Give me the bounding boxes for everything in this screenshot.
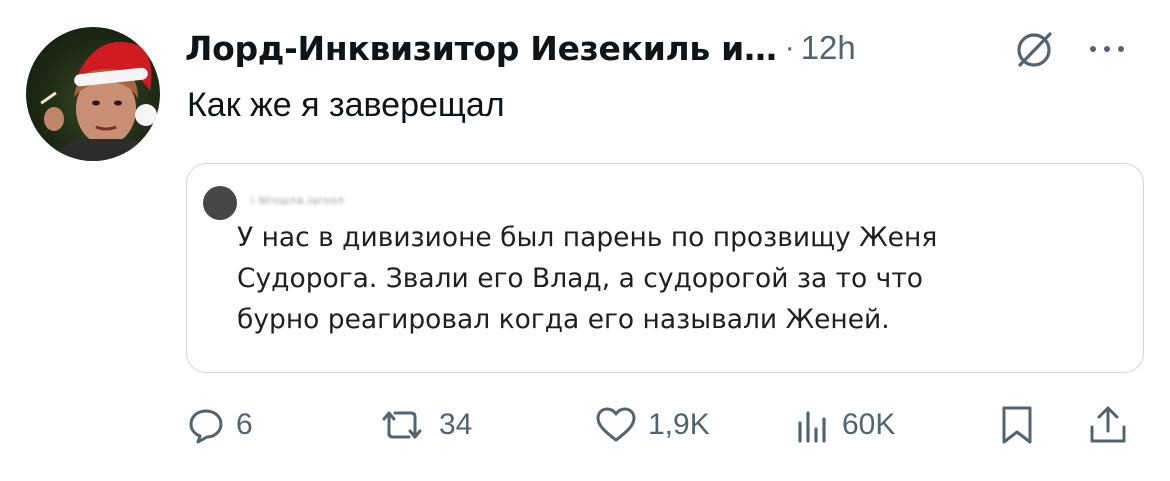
tweet-actions: 6 34 1,9K 60K — [0, 400, 1170, 450]
quoted-text-line: Судорога. Звали его Влад, а судорогой за… — [237, 263, 923, 294]
author-name[interactable]: Лорд-Инквизитор Иезекиль и… — [185, 29, 777, 68]
like-count: 1,9K — [648, 408, 710, 441]
like-button[interactable]: 1,9K — [594, 400, 710, 450]
grok-icon[interactable] — [1012, 28, 1056, 72]
reply-count: 6 — [236, 408, 253, 441]
more-icon[interactable] — [1085, 34, 1129, 64]
repost-button[interactable]: 34 — [381, 400, 472, 450]
reply-button[interactable]: 6 — [186, 400, 253, 450]
tweet-media-image[interactable]: i·Мiчшла.iагоол У нас в дивизионе был па… — [186, 163, 1144, 373]
bookmark-icon — [997, 403, 1037, 447]
tweet-header: Лорд-Инквизитор Иезекиль и… · 12h — [185, 26, 1145, 70]
author-avatar[interactable] — [26, 27, 160, 161]
views-count: 60K — [842, 408, 896, 441]
repost-icon — [381, 405, 429, 445]
quoted-text-line: бурно реагировал когда его называли Жене… — [237, 304, 890, 335]
tweet-text: Как же я заверещал — [187, 86, 505, 124]
quoted-username-blurred: i·Мiчшла.iагоол — [251, 195, 345, 207]
share-icon — [1086, 403, 1130, 447]
quoted-text-line: У нас в дивизионе был парень по прозвищу… — [237, 222, 938, 253]
repost-count: 34 — [439, 408, 473, 441]
heart-icon — [594, 405, 638, 445]
bookmark-button[interactable] — [997, 400, 1037, 450]
reply-icon — [186, 405, 226, 445]
quoted-avatar — [203, 186, 237, 220]
views-icon — [792, 405, 832, 445]
views-button[interactable]: 60K — [792, 400, 895, 450]
timestamp[interactable]: 12h — [801, 29, 856, 67]
share-button[interactable] — [1086, 400, 1130, 450]
quoted-text: У нас в дивизионе был парень по прозвищу… — [237, 217, 937, 340]
header-separator: · — [784, 31, 795, 64]
